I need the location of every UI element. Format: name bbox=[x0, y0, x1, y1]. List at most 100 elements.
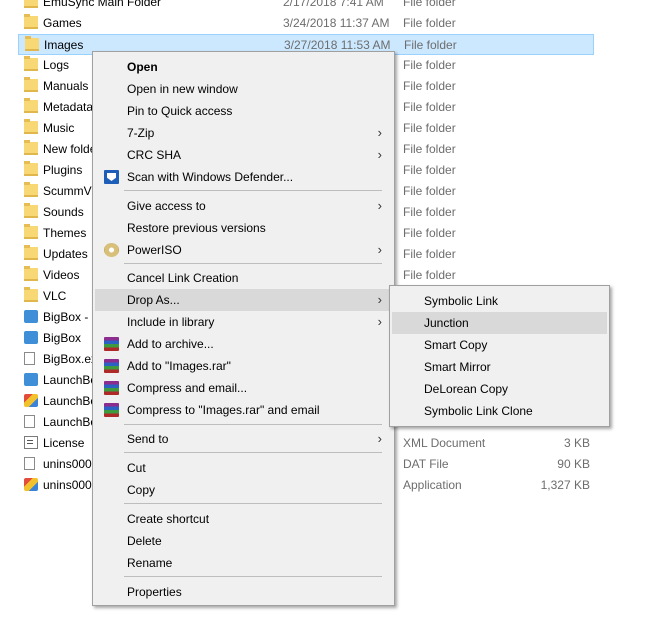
file-type: File folder bbox=[403, 247, 456, 261]
file-size: 1,327 KB bbox=[540, 478, 590, 492]
menu-label: Open in new window bbox=[127, 82, 238, 96]
license-icon bbox=[24, 436, 38, 449]
menu-item-compress-images-rar-email[interactable]: Compress to "Images.rar" and email bbox=[95, 399, 392, 421]
file-type: File folder bbox=[403, 142, 456, 156]
document-icon bbox=[24, 457, 35, 470]
submenu-item-symbolic-link-clone[interactable]: Symbolic Link Clone bbox=[392, 400, 607, 422]
menu-item-send-to[interactable]: Send to › bbox=[95, 428, 392, 450]
app-icon bbox=[24, 310, 38, 323]
menu-item-scan-defender[interactable]: Scan with Windows Defender... bbox=[95, 166, 392, 188]
menu-label: Cancel Link Creation bbox=[127, 271, 239, 285]
menu-label: Restore previous versions bbox=[127, 221, 266, 235]
menu-label: Add to "Images.rar" bbox=[127, 359, 231, 373]
file-type: File folder bbox=[403, 0, 456, 9]
chevron-right-icon: › bbox=[377, 125, 382, 140]
folder-icon bbox=[24, 119, 38, 134]
menu-item-compress-email[interactable]: Compress and email... bbox=[95, 377, 392, 399]
folder-icon bbox=[24, 56, 38, 71]
file-date: 3/24/2018 11:37 AM bbox=[283, 16, 390, 30]
file-size: 90 KB bbox=[557, 457, 590, 471]
file-type: File folder bbox=[403, 205, 456, 219]
menu-label: Compress and email... bbox=[127, 381, 248, 395]
menu-separator bbox=[124, 190, 382, 191]
menu-item-restore-versions[interactable]: Restore previous versions bbox=[95, 217, 392, 239]
menu-label: Rename bbox=[127, 556, 173, 570]
file-type: File folder bbox=[403, 79, 456, 93]
menu-label: 7-Zip bbox=[127, 126, 155, 140]
file-type: File folder bbox=[403, 16, 456, 30]
chevron-right-icon: › bbox=[377, 292, 382, 307]
file-name: Plugins bbox=[43, 163, 83, 177]
file-row[interactable]: EmuSync Main Folder 2/17/2018 7:41 AM File… bbox=[18, 0, 594, 13]
menu-item-drop-as[interactable]: Drop As... › bbox=[95, 289, 392, 311]
file-name: BigBox.ex bbox=[43, 352, 98, 366]
submenu-label: Junction bbox=[424, 316, 469, 330]
menu-label: Pin to Quick access bbox=[127, 104, 233, 118]
file-type: File folder bbox=[403, 58, 456, 72]
menu-item-delete[interactable]: Delete bbox=[95, 530, 392, 552]
folder-icon bbox=[24, 14, 38, 29]
menu-item-open[interactable]: Open bbox=[95, 56, 392, 78]
menu-item-rename[interactable]: Rename bbox=[95, 552, 392, 574]
menu-label: Delete bbox=[127, 534, 162, 548]
winrar-icon bbox=[104, 403, 119, 417]
file-type: File folder bbox=[403, 226, 456, 240]
menu-item-add-images-rar[interactable]: Add to "Images.rar" bbox=[95, 355, 392, 377]
menu-item-give-access[interactable]: Give access to › bbox=[95, 195, 392, 217]
menu-separator bbox=[124, 503, 382, 504]
chevron-right-icon: › bbox=[377, 198, 382, 213]
file-name: unins000 bbox=[43, 478, 92, 492]
file-name: Metadata bbox=[43, 100, 94, 114]
file-date: 3/27/2018 11:53 AM bbox=[284, 38, 391, 52]
menu-item-include-library[interactable]: Include in library › bbox=[95, 311, 392, 333]
file-name: Sounds bbox=[43, 205, 84, 219]
menu-label: Properties bbox=[127, 585, 182, 599]
poweriso-disc-icon bbox=[104, 243, 119, 257]
menu-label: PowerISO bbox=[127, 243, 182, 257]
winrar-icon bbox=[104, 381, 119, 395]
chevron-right-icon: › bbox=[377, 242, 382, 257]
menu-item-add-archive[interactable]: Add to archive... bbox=[95, 333, 392, 355]
file-name: License bbox=[43, 436, 85, 450]
menu-separator bbox=[124, 452, 382, 453]
submenu-item-smart-mirror[interactable]: Smart Mirror bbox=[392, 356, 607, 378]
windows-defender-icon bbox=[104, 170, 119, 184]
menu-item-cancel-link[interactable]: Cancel Link Creation bbox=[95, 267, 392, 289]
folder-icon bbox=[24, 182, 38, 197]
menu-label: Compress to "Images.rar" and email bbox=[127, 403, 320, 417]
submenu-item-smart-copy[interactable]: Smart Copy bbox=[392, 334, 607, 356]
menu-label: Drop As... bbox=[127, 293, 180, 307]
folder-icon bbox=[24, 0, 38, 8]
submenu-item-junction[interactable]: Junction bbox=[392, 312, 607, 334]
menu-item-poweriso[interactable]: PowerISO › bbox=[95, 239, 392, 261]
submenu-item-symbolic-link[interactable]: Symbolic Link bbox=[392, 290, 607, 312]
menu-item-properties[interactable]: Properties bbox=[95, 581, 392, 603]
menu-item-crc-sha[interactable]: CRC SHA › bbox=[95, 144, 392, 166]
menu-separator bbox=[124, 424, 382, 425]
launchbox-icon bbox=[24, 478, 38, 491]
menu-item-create-shortcut[interactable]: Create shortcut bbox=[95, 508, 392, 530]
menu-item-open-new-window[interactable]: Open in new window bbox=[95, 78, 392, 100]
file-name: BigBox bbox=[43, 331, 82, 345]
file-type: File folder bbox=[403, 121, 456, 135]
winrar-icon bbox=[104, 359, 119, 373]
file-name: Manuals bbox=[43, 79, 89, 93]
chevron-right-icon: › bbox=[377, 431, 382, 446]
file-name: Images bbox=[44, 38, 84, 52]
file-size: 3 KB bbox=[563, 436, 590, 450]
file-date: 2/17/2018 7:41 AM bbox=[283, 0, 384, 9]
menu-item-cut[interactable]: Cut bbox=[95, 457, 392, 479]
menu-item-copy[interactable]: Copy bbox=[95, 479, 392, 501]
file-name: LaunchBo bbox=[43, 394, 98, 408]
file-type: File folder bbox=[404, 38, 457, 52]
submenu-item-delorean-copy[interactable]: DeLorean Copy bbox=[392, 378, 607, 400]
file-name: Videos bbox=[43, 268, 80, 282]
file-name: Music bbox=[43, 121, 75, 135]
menu-label: Add to archive... bbox=[127, 337, 214, 351]
file-row[interactable]: Games 3/24/2018 11:37 AM File folder bbox=[18, 13, 594, 34]
menu-label: Copy bbox=[127, 483, 156, 497]
menu-item-7zip[interactable]: 7-Zip › bbox=[95, 122, 392, 144]
app-icon bbox=[24, 373, 38, 386]
menu-item-pin-quick-access[interactable]: Pin to Quick access bbox=[95, 100, 392, 122]
menu-label: Open bbox=[127, 60, 158, 74]
